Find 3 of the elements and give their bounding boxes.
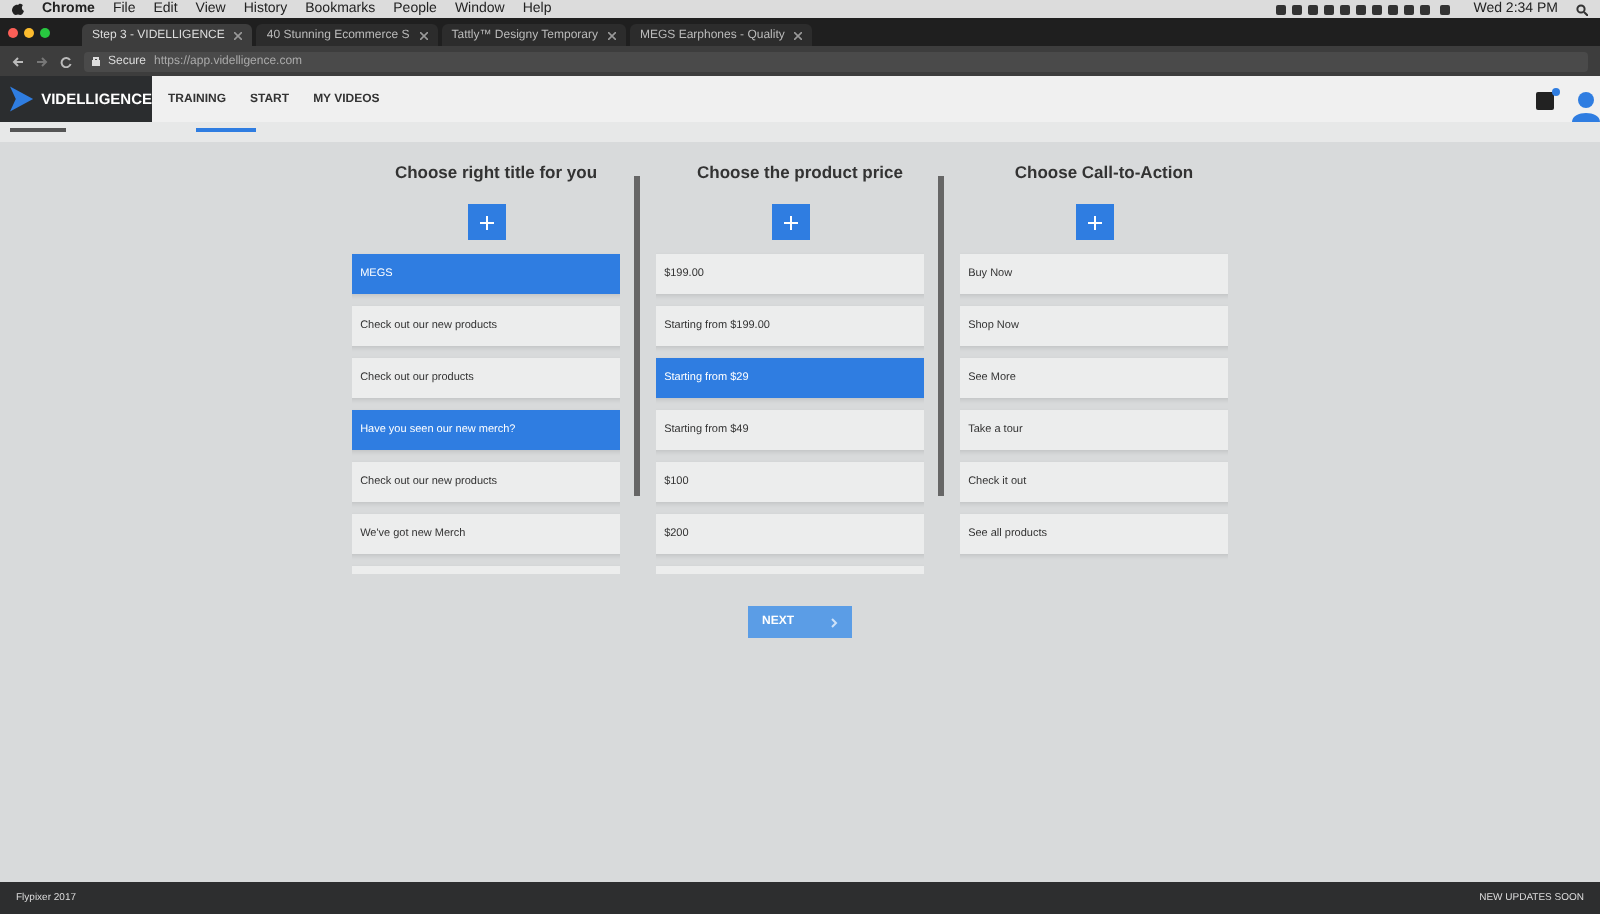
column-title: Choose the product price: [697, 162, 903, 184]
column-title: Choose Call-to-Action: [1014, 162, 1194, 184]
column-title: Choose right title for you: [394, 162, 598, 184]
